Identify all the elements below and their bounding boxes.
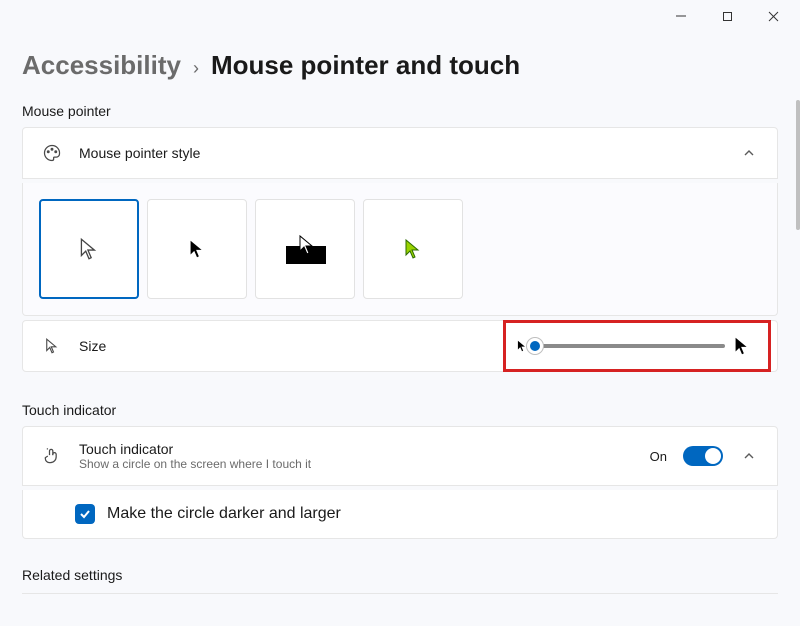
darker-larger-label: Make the circle darker and larger (107, 505, 341, 523)
breadcrumb-separator-icon: › (193, 58, 199, 79)
close-icon (768, 11, 779, 22)
style-row-title: Mouse pointer style (79, 145, 200, 161)
pointer-style-custom[interactable] (363, 199, 463, 299)
minimize-icon (675, 10, 687, 22)
size-label: Size (79, 338, 106, 354)
annotation-highlight (503, 320, 771, 372)
mouse-pointer-section-label: Mouse pointer (22, 103, 778, 119)
touch-indicator-card[interactable]: Touch indicator Show a circle on the scr… (22, 426, 778, 486)
touch-row-title: Touch indicator (79, 441, 634, 457)
check-icon (78, 507, 92, 521)
maximize-button[interactable] (704, 2, 750, 30)
chevron-up-icon (739, 446, 759, 466)
touch-section-label: Touch indicator (22, 402, 778, 418)
page-content: Accessibility › Mouse pointer and touch … (0, 50, 800, 594)
chevron-up-icon (739, 143, 759, 163)
pointer-style-white[interactable] (39, 199, 139, 299)
pointer-style-inverted[interactable] (255, 199, 355, 299)
pointer-style-black[interactable] (147, 199, 247, 299)
related-section-label: Related settings (22, 567, 778, 583)
touch-row-subtitle: Show a circle on the screen where I touc… (79, 457, 634, 471)
close-button[interactable] (750, 2, 796, 30)
cursor-inverted-icon (278, 232, 332, 266)
page-title: Mouse pointer and touch (211, 50, 520, 81)
window-titlebar (0, 0, 800, 32)
palette-icon (41, 142, 63, 164)
breadcrumb-parent[interactable]: Accessibility (22, 50, 181, 81)
cursor-white-icon (76, 236, 102, 262)
darker-larger-row[interactable]: Make the circle darker and larger (22, 490, 778, 539)
separator (22, 593, 778, 594)
cursor-size-icon (41, 335, 63, 357)
maximize-icon (722, 11, 733, 22)
breadcrumb: Accessibility › Mouse pointer and touch (22, 50, 778, 81)
touch-toggle[interactable] (683, 446, 723, 466)
touch-icon (41, 445, 63, 467)
scrollbar[interactable] (796, 100, 800, 230)
darker-larger-checkbox[interactable] (75, 504, 95, 524)
cursor-black-icon (186, 238, 208, 260)
pointer-styles-panel (22, 183, 778, 316)
cursor-custom-icon (401, 237, 425, 261)
toggle-state-label: On (650, 449, 667, 464)
minimize-button[interactable] (658, 2, 704, 30)
mouse-pointer-style-card[interactable]: Mouse pointer style (22, 127, 778, 179)
pointer-size-card: Size (22, 320, 778, 372)
